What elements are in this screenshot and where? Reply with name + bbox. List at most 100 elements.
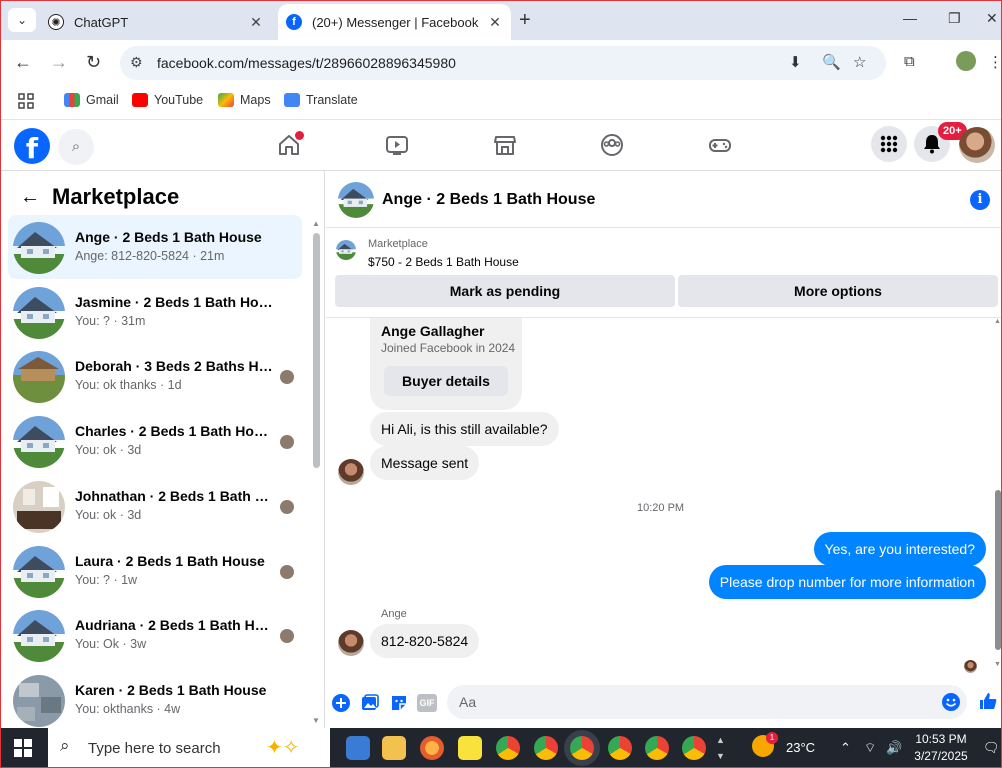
conversation-preview: You: Ok · 3w xyxy=(75,637,147,652)
system-clock[interactable]: 10:53 PM 3/27/2025 xyxy=(912,731,970,765)
taskbar-search[interactable]: ⌕ Type here to search ✦✧ xyxy=(48,728,330,768)
back-arrow-icon[interactable]: ← xyxy=(20,186,40,209)
more-options-button[interactable]: More options xyxy=(678,275,998,307)
listing-thumbnail[interactable] xyxy=(336,240,356,260)
forward-button[interactable]: → xyxy=(50,52,68,73)
groups-icon[interactable] xyxy=(600,133,624,157)
conversation-item[interactable]: Laura · 2 Beds 1 Bath House You: ? · 1w xyxy=(8,539,302,603)
scrollbar-thumb[interactable] xyxy=(313,233,320,468)
scroll-up-icon[interactable]: ▲ xyxy=(312,219,320,228)
close-icon[interactable]: ✕ xyxy=(485,14,505,31)
gaming-icon[interactable] xyxy=(708,133,732,157)
conversation-item[interactable]: Karen · 2 Beds 1 Bath House You: okthanks… xyxy=(8,668,302,732)
info-icon[interactable]: i xyxy=(970,190,990,210)
emoji-icon[interactable] xyxy=(941,692,961,712)
site-info-icon[interactable]: ⚙ xyxy=(130,54,143,71)
firefox-icon[interactable] xyxy=(420,736,444,760)
chrome-profile-icon[interactable] xyxy=(496,736,520,760)
conversation-item[interactable]: Charles · 2 Beds 1 Bath House You: ok · 3… xyxy=(8,409,302,473)
listing-title[interactable]: $750 - 2 Beds 1 Bath House xyxy=(368,255,519,269)
tab-messenger[interactable]: f (20+) Messenger | Facebook ✕ xyxy=(278,4,511,40)
conversation-item[interactable]: Audriana · 2 Beds 1 Bath House You: Ok · … xyxy=(8,603,302,667)
chat-scrollbar[interactable]: ▲ ▼ xyxy=(994,318,1002,668)
message-placeholder: Aa xyxy=(459,694,477,710)
mark-as-pending-button[interactable]: Mark as pending xyxy=(335,275,675,307)
file-explorer-icon[interactable] xyxy=(382,736,406,760)
scroll-up-icon[interactable]: ▲ xyxy=(994,318,1001,325)
sticker-icon[interactable] xyxy=(389,693,409,713)
bookmark-youtube[interactable]: YouTube xyxy=(132,93,203,107)
sender-name-label: Ange xyxy=(381,608,407,620)
bookmark-star-icon[interactable]: ☆ xyxy=(853,53,866,71)
temperature-label[interactable]: 23°C xyxy=(786,740,815,755)
conversation-item[interactable]: Jasmine · 2 Beds 1 Bath House You: ? · 31… xyxy=(8,280,302,344)
taskbar-overflow-icon[interactable]: ▲ ▼ xyxy=(716,732,725,764)
listing-thumbnail xyxy=(13,351,65,404)
scroll-down-icon[interactable]: ▼ xyxy=(312,716,320,725)
reload-button[interactable]: ↻ xyxy=(86,52,101,73)
chrome-profile-icon[interactable] xyxy=(608,736,632,760)
chrome-profile-icon[interactable] xyxy=(534,736,558,760)
facebook-logo[interactable]: f xyxy=(14,128,50,165)
extensions-icon[interactable]: ⧉ xyxy=(904,53,915,70)
address-bar[interactable]: ⚙ facebook.com/messages/t/28966028896345… xyxy=(120,46,886,80)
menu-icon[interactable]: ⋮ xyxy=(988,53,1002,71)
chat-title[interactable]: Ange · 2 Beds 1 Bath House xyxy=(382,191,595,209)
zoom-icon[interactable]: 🔍 xyxy=(822,53,841,71)
photo-icon[interactable] xyxy=(360,693,380,713)
chat-avatar[interactable] xyxy=(338,182,374,218)
tab-title: ChatGPT xyxy=(74,14,129,30)
translate-icon xyxy=(284,93,300,107)
conversation-preview: You: ok · 3d xyxy=(75,507,142,522)
windows-start-icon[interactable] xyxy=(14,739,32,757)
new-tab-button[interactable]: + xyxy=(519,9,531,32)
install-app-icon[interactable]: ⬇ xyxy=(789,53,802,71)
account-avatar[interactable] xyxy=(959,127,995,163)
buyer-name: Ange Gallagher xyxy=(381,323,485,339)
video-icon[interactable] xyxy=(385,133,409,157)
conversation-preview: You: ? · 31m xyxy=(75,313,146,328)
notification-center-icon[interactable]: 🗨 xyxy=(983,740,1000,756)
url-text[interactable]: facebook.com/messages/t/2896602889634598… xyxy=(157,55,456,71)
restore-button[interactable]: ❐ xyxy=(948,10,961,27)
sender-avatar[interactable] xyxy=(338,459,364,485)
search-icon[interactable]: ⌕ xyxy=(58,129,94,165)
conversation-item[interactable]: Ange · 2 Beds 1 Bath House Ange: 812-820-… xyxy=(8,215,302,279)
tab-chatgpt[interactable]: ✺ ChatGPT ✕ xyxy=(40,4,272,40)
chrome-active-icon[interactable] xyxy=(570,736,594,760)
conversation-item[interactable]: Deborah · 3 Beds 2 Baths Hou... You: ok t… xyxy=(8,344,302,408)
conversation-item[interactable]: Johnathan · 2 Beds 1 Bath Ho... You: ok ·… xyxy=(8,474,302,538)
volume-icon[interactable]: 🔊 xyxy=(886,740,902,756)
copilot-sparkle-icon[interactable]: ✦✧ xyxy=(266,735,300,760)
buyer-details-button[interactable]: Buyer details xyxy=(384,366,508,396)
show-hidden-icons-chevron-icon[interactable]: ⌃ xyxy=(840,740,851,756)
minimize-button[interactable]: — xyxy=(903,10,917,26)
scrollbar[interactable]: ▲ ▼ xyxy=(312,219,321,725)
bookmark-gmail[interactable]: Gmail xyxy=(64,93,119,107)
sticky-notes-icon[interactable] xyxy=(458,736,482,760)
bookmark-translate[interactable]: Translate xyxy=(284,93,358,107)
scrollbar-thumb[interactable] xyxy=(995,490,1001,650)
close-icon[interactable]: ✕ xyxy=(246,14,266,31)
marketplace-icon[interactable] xyxy=(493,133,517,157)
gif-icon[interactable]: GIF xyxy=(417,694,437,712)
back-button[interactable]: ← xyxy=(14,52,32,73)
message-input[interactable]: Aa xyxy=(447,685,967,719)
apps-icon[interactable] xyxy=(18,93,34,109)
bookmark-maps[interactable]: Maps xyxy=(218,93,271,107)
seen-avatar xyxy=(280,435,294,450)
bell-icon xyxy=(924,135,940,154)
sender-avatar[interactable] xyxy=(338,630,364,656)
close-window-button[interactable]: ✕ xyxy=(986,10,998,27)
facebook-icon: f xyxy=(286,14,302,30)
scroll-down-icon[interactable]: ▼ xyxy=(994,661,1001,668)
chrome-profile-icon[interactable] xyxy=(682,736,706,760)
thumbs-up-icon[interactable] xyxy=(978,691,998,711)
tab-search-button[interactable]: ⌄ xyxy=(8,8,36,32)
plus-circle-icon[interactable] xyxy=(331,693,351,713)
weather-widget-icon[interactable] xyxy=(346,736,370,760)
menu-grid-button[interactable] xyxy=(871,126,907,162)
chrome-profile-icon[interactable] xyxy=(645,736,669,760)
profile-avatar[interactable] xyxy=(956,51,976,71)
network-icon[interactable]: ⌔ xyxy=(864,740,876,756)
